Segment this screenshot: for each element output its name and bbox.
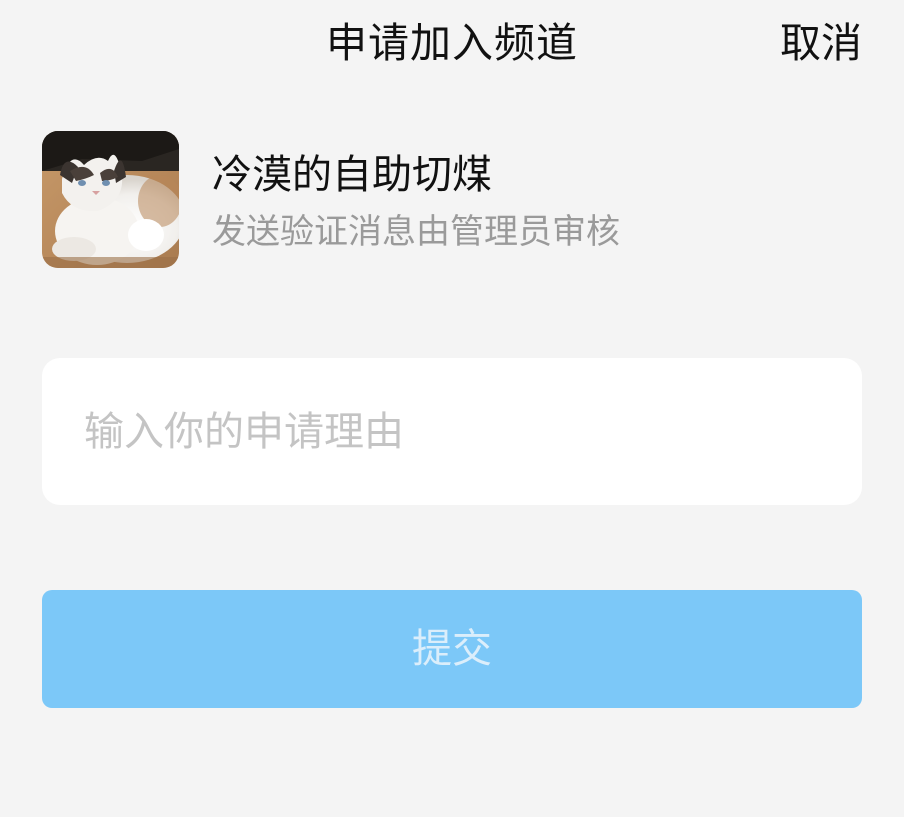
reason-input[interactable] xyxy=(84,358,824,505)
channel-info: 冷漠的自助切煤 发送验证消息由管理员审核 xyxy=(42,131,862,268)
page-title: 申请加入频道 xyxy=(326,19,578,67)
cancel-button[interactable]: 取消 xyxy=(780,18,862,68)
join-channel-screen: 申请加入频道 取消 冷漠的自助切煤 发送验证消息由管理员审核 输入你的申请理由 … xyxy=(0,0,904,817)
channel-name: 冷漠的自助切煤 xyxy=(212,152,492,198)
channel-description: 发送验证消息由管理员审核 xyxy=(212,212,620,252)
channel-avatar xyxy=(42,131,179,268)
navigation-bar: 申请加入频道 取消 xyxy=(0,0,904,88)
reason-input-container xyxy=(42,358,862,505)
submit-button[interactable]: 提交 xyxy=(42,590,862,708)
cat-photo-avatar-icon xyxy=(42,131,179,268)
